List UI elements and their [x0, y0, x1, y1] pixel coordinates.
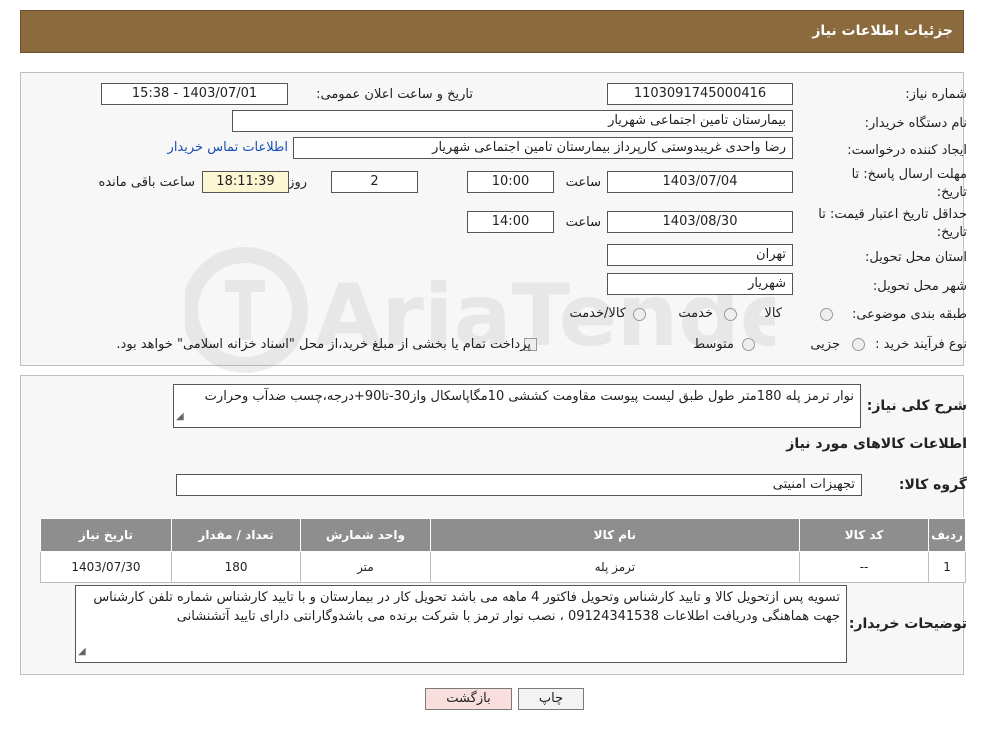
requester-label: ایجاد کننده درخواست: [847, 143, 967, 158]
column-header-unit: واحد شمارش [300, 518, 431, 552]
price-validity-label: حداقل تاریخ اعتبار قیمت: تا تاریخ: [818, 207, 967, 240]
column-header-need-date: تاریخ نیاز [40, 518, 172, 552]
cell-name: ترمز پله [429, 551, 801, 583]
items-table: ردیف کد کالا نام کالا واحد شمارش تعداد /… [40, 518, 966, 583]
buyer-notes-label: توضیحات خریدار: [848, 616, 967, 632]
city-field: شهریار [607, 273, 793, 295]
resize-handle-icon[interactable]: ◢ [176, 408, 184, 426]
need-number-field: 1103091745000416 [607, 83, 793, 105]
category-radio-service[interactable] [724, 308, 737, 321]
summary-textarea[interactable]: نوار ترمز پله 180متر طول طبق لیست پیوست … [173, 384, 861, 428]
page-title: جزئیات اطلاعات نیاز [812, 23, 953, 39]
items-table-wrapper: ردیف کد کالا نام کالا واحد شمارش تعداد /… [40, 518, 966, 583]
category-radio-goods[interactable] [820, 308, 833, 321]
deadline-label: مهلت ارسال پاسخ: تا تاریخ: [851, 167, 967, 200]
announce-datetime-label: تاریخ و ساعت اعلان عمومی: [316, 87, 473, 102]
print-button[interactable]: چاپ [518, 688, 584, 710]
remaining-time-field: 18:11:39 [202, 171, 289, 193]
treasury-note: پرداخت تمام یا بخشی از مبلغ خرید،از محل … [116, 337, 531, 352]
process-type-label: نوع فرآیند خرید : [875, 337, 967, 352]
province-label: استان محل تحویل: [865, 250, 967, 265]
cell-row-number: 1 [928, 551, 966, 583]
days-remaining-field: 2 [331, 171, 418, 193]
cell-need-date: 1403/07/30 [40, 551, 172, 583]
deadline-time-field: 10:00 [467, 171, 554, 193]
summary-label: شرح کلی نیاز: [866, 398, 967, 414]
goods-group-label: گروه کالا: [898, 477, 967, 493]
category-option-goods: کالا [764, 306, 782, 321]
city-label: شهر محل تحویل: [872, 279, 967, 294]
category-radio-goods-service[interactable] [633, 308, 646, 321]
summary-text: نوار ترمز پله 180متر طول طبق لیست پیوست … [204, 389, 854, 404]
back-button[interactable]: بازگشت [425, 688, 512, 710]
category-option-service: خدمت [678, 306, 713, 321]
cell-code: -- [799, 551, 930, 583]
process-radio-minor[interactable] [852, 338, 865, 351]
column-header-code: کد کالا [799, 518, 930, 552]
validity-time-label: ساعت [565, 215, 601, 230]
province-field: تهران [607, 244, 793, 266]
buyer-contact-link[interactable]: اطلاعات تماس خریدار [168, 140, 288, 155]
category-option-goods-service: کالا/خدمت [569, 306, 626, 321]
category-label: طبقه بندی موضوعی: [851, 307, 967, 322]
page-header: جزئیات اطلاعات نیاز [20, 10, 964, 53]
table-header-row: ردیف کد کالا نام کالا واحد شمارش تعداد /… [40, 518, 966, 552]
announce-datetime-field: 1403/07/01 - 15:38 [101, 83, 288, 105]
cell-quantity: 180 [170, 551, 302, 583]
process-radio-medium[interactable] [742, 338, 755, 351]
validity-time-field: 14:00 [467, 211, 554, 233]
goods-section-title: اطلاعات کالاهای مورد نیاز [786, 436, 967, 452]
column-header-quantity: تعداد / مقدار [170, 518, 302, 552]
buyer-notes-textarea[interactable]: تسویه پس ازتحویل کالا و تایید کارشناس وت… [75, 585, 847, 663]
buyer-notes-text: تسویه پس ازتحویل کالا و تایید کارشناس وت… [93, 590, 840, 624]
deadline-time-label: ساعت [565, 175, 601, 190]
process-option-minor: جزیی [810, 337, 840, 352]
need-number-label: شماره نیاز: [905, 87, 967, 102]
table-row: 1 -- ترمز پله متر 180 1403/07/30 [40, 551, 966, 583]
column-header-name: نام کالا [429, 518, 801, 552]
remaining-time-label: ساعت باقی مانده [98, 175, 195, 190]
buyer-org-field: بیمارستان تامین اجتماعی شهریار [232, 110, 793, 132]
deadline-date-field: 1403/07/04 [607, 171, 793, 193]
column-header-row-number: ردیف [928, 518, 966, 552]
goods-group-field: تجهیزات امنیتی [176, 474, 862, 496]
validity-date-field: 1403/08/30 [607, 211, 793, 233]
process-option-medium: متوسط [693, 337, 734, 352]
cell-unit: متر [300, 551, 431, 583]
buyer-org-label: نام دستگاه خریدار: [864, 116, 967, 131]
resize-handle-icon[interactable]: ◢ [78, 642, 86, 661]
requester-field: رضا واحدی غریبدوستی کارپرداز بیمارستان ت… [293, 137, 793, 159]
